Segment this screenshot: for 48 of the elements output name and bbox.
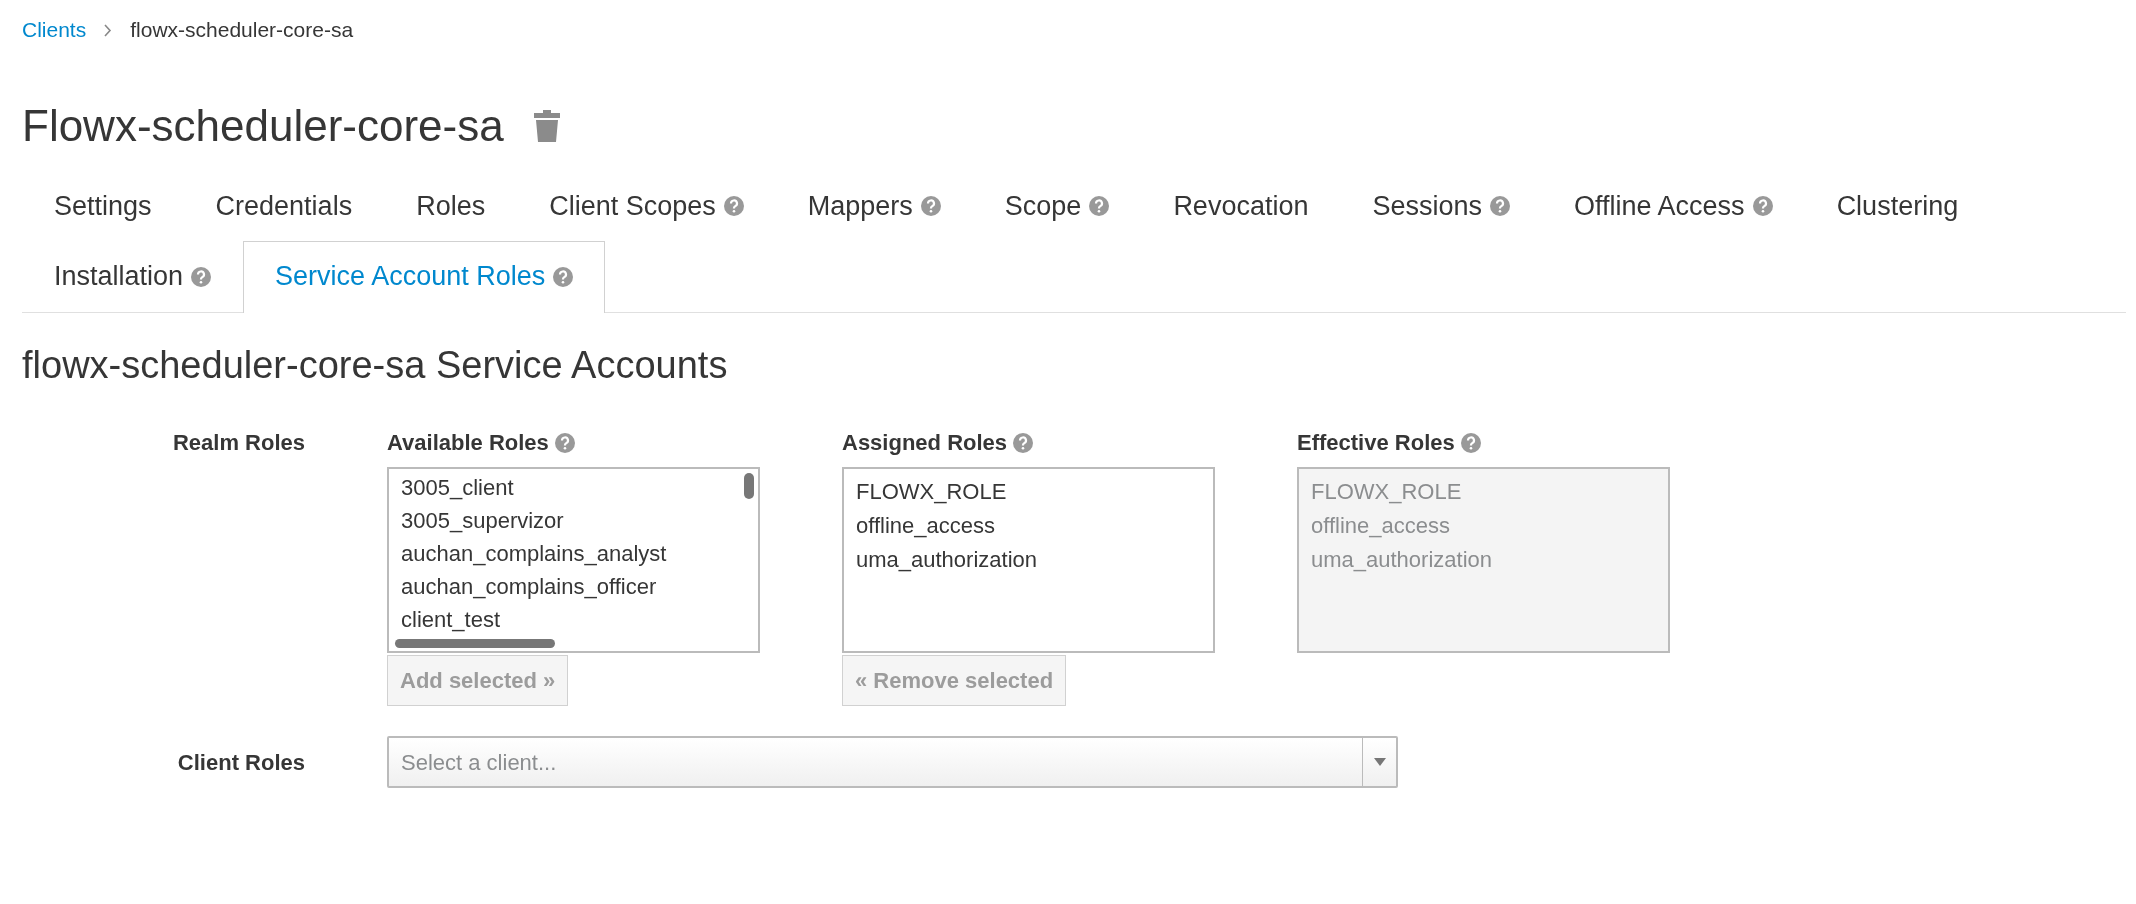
caret-down-icon [1373, 758, 1386, 767]
trash-icon[interactable] [533, 110, 560, 143]
list-item[interactable]: FLOWX_ROLE [856, 475, 1007, 510]
list-label: Available Roles [387, 429, 549, 458]
field-label: Realm Roles [172, 430, 305, 456]
list-label: Effective Roles [1297, 429, 1455, 458]
help-icon [1752, 196, 1773, 217]
tab[interactable]: Roles [384, 170, 518, 243]
list-item[interactable]: offline_access [856, 509, 995, 544]
tab[interactable]: Clustering [1804, 170, 1991, 243]
list-item: offline_access [1311, 512, 1450, 541]
help-icon [1490, 196, 1511, 217]
tab[interactable]: Scope [972, 170, 1142, 243]
help-icon [191, 266, 212, 287]
tab[interactable]: Sessions [1340, 170, 1543, 243]
page-title: Flowx-scheduler-core-sa [22, 100, 504, 152]
help-icon [1013, 432, 1034, 453]
help-icon [1460, 432, 1481, 453]
help-icon [723, 196, 744, 217]
tab[interactable]: Offline Access [1542, 170, 1805, 243]
breadcrumb-current: flowx-scheduler-core-sa [130, 17, 354, 44]
role-list[interactable]: 3005_client 3005_supervizor auchan_complains_analyst auchan_complains_officer client_test [387, 467, 760, 654]
help-icon [554, 432, 575, 453]
help-icon [553, 266, 574, 287]
tab[interactable]: Credentials [183, 170, 385, 243]
chevron-right-icon [104, 23, 113, 37]
list-item[interactable]: 3005_client [401, 471, 514, 505]
role-list[interactable]: FLOWX_ROLE offline_access uma_authorization [842, 467, 1215, 654]
list-item[interactable]: 3005_supervizor [401, 504, 564, 538]
list-item[interactable]: auchan_complains_analyst [401, 537, 667, 571]
section-title: flowx-scheduler-core-sa Service Accounts [22, 342, 729, 388]
list-item[interactable]: auchan_complains_officer [401, 570, 657, 604]
tab[interactable]: Settings [22, 170, 184, 243]
scrollbar-thumb[interactable] [744, 473, 754, 500]
breadcrumb-link[interactable]: Clients [22, 14, 87, 46]
list-label: Assigned Roles [842, 429, 1008, 458]
tab[interactable]: Revocation [1141, 170, 1341, 243]
tab[interactable]: Service Account Roles [243, 241, 606, 313]
list-item[interactable]: uma_authorization [856, 543, 1037, 578]
scrollbar-thumb[interactable] [395, 639, 555, 649]
tab[interactable]: Mappers [775, 170, 973, 243]
help-icon [920, 196, 941, 217]
field-label: Client Roles [177, 749, 305, 775]
list-item: FLOWX_ROLE [1311, 478, 1462, 507]
tab[interactable]: Installation [22, 241, 244, 313]
help-icon [1089, 196, 1110, 217]
list-item[interactable]: client_test [401, 603, 501, 637]
list-item: uma_authorization [1311, 546, 1492, 575]
